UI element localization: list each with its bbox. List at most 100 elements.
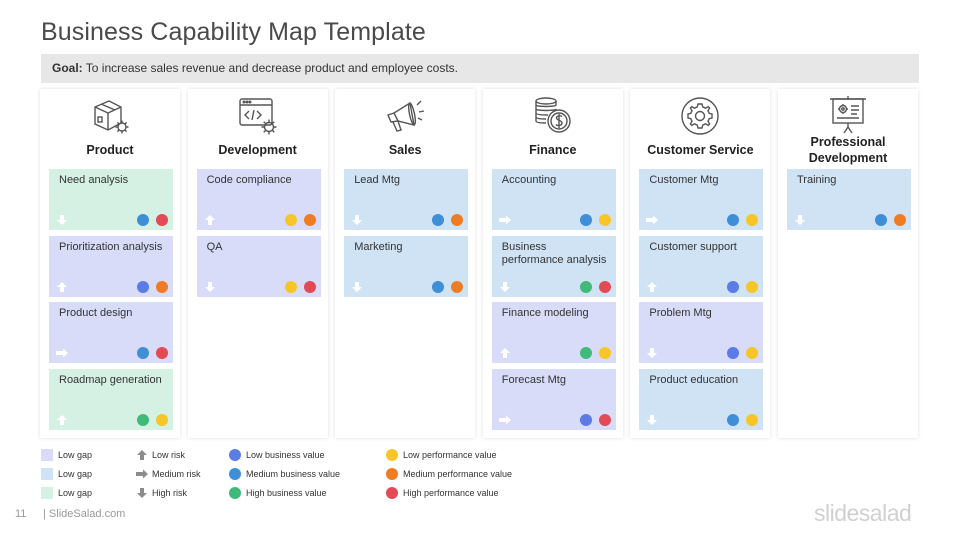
- high-performance-dot: [156, 347, 168, 359]
- column-title: Customer Service: [647, 143, 754, 157]
- capability-card[interactable]: QA: [196, 235, 321, 297]
- page-number: 11: [15, 508, 27, 520]
- risk-arrow-down-icon: [793, 213, 807, 225]
- legend-label: Low gap: [58, 450, 93, 460]
- high-performance-dot: [303, 280, 316, 293]
- capability-label: Finance modeling: [501, 307, 589, 319]
- megaphone-icon: [384, 95, 426, 137]
- legend-label: Low performance value: [403, 450, 497, 460]
- low-performance-dot: [156, 413, 168, 426]
- value-dot: [229, 487, 241, 499]
- legend-label: Low business value: [246, 450, 325, 460]
- risk-arrow-right-icon: [645, 213, 659, 225]
- capability-card[interactable]: Problem Mtg: [639, 302, 764, 363]
- capability-label: Roadmap generation: [59, 373, 162, 386]
- risk-arrow-down-icon: [498, 280, 512, 292]
- capability-card[interactable]: Need analysis: [49, 169, 173, 230]
- capability-label: Prioritization analysis: [59, 240, 163, 253]
- risk-arrow-up-icon: [55, 280, 69, 292]
- capability-label: Lead Mtg: [354, 174, 401, 186]
- risk-arrow-down-icon: [135, 487, 149, 499]
- medium-business-dot: [727, 413, 740, 426]
- high-business-dot: [579, 280, 592, 293]
- capability-card[interactable]: Product design: [49, 302, 173, 363]
- capability-card[interactable]: Customer Mtg: [639, 169, 764, 230]
- column-development: Development Code compliance QA: [187, 89, 328, 438]
- high-performance-dot: [156, 214, 168, 226]
- medium-business-dot: [875, 214, 887, 226]
- legend-label: High risk: [152, 488, 188, 498]
- capability-label: Customer Mtg: [649, 174, 719, 186]
- column-customer-service: Customer Service Customer Mtg Customer sup…: [630, 89, 771, 438]
- slidesalad-logo: slidesalad: [814, 500, 912, 526]
- risk-arrow-right-icon: [55, 346, 69, 358]
- capability-card[interactable]: Accounting: [491, 169, 616, 230]
- capability-label: QA: [206, 240, 223, 253]
- slide-title: Business Capability Map Template: [41, 18, 426, 46]
- low-performance-dot: [284, 280, 297, 293]
- column-finance: Finance Accounting Business performance an…: [482, 89, 623, 438]
- low-business-dot: [727, 347, 740, 359]
- column-product: Product Need analysis Prioritization analy…: [40, 89, 180, 438]
- capability-card[interactable]: Product education: [639, 368, 764, 430]
- legend-label: Low gap: [58, 488, 93, 498]
- medium-performance-dot: [451, 214, 464, 226]
- capability-card[interactable]: Training: [787, 169, 911, 230]
- low-performance-dot: [598, 347, 611, 359]
- column-title: Product: [86, 143, 134, 157]
- medium-business-dot: [432, 214, 445, 226]
- medium-business-dot: [579, 214, 592, 226]
- legend-label: Low risk: [152, 450, 186, 460]
- low-performance-dot: [746, 214, 759, 226]
- column-sales: Sales Lead Mtg Marketing: [335, 89, 476, 438]
- medium-business-dot: [137, 214, 149, 226]
- capability-label: Accounting: [501, 174, 557, 186]
- capability-card[interactable]: Forecast Mtg: [491, 368, 616, 430]
- capability-card[interactable]: Prioritization analysis: [49, 235, 173, 297]
- high-performance-dot: [598, 280, 611, 293]
- goal-label: Goal:: [52, 61, 83, 75]
- goal-text: To increase sales revenue and decrease p…: [85, 61, 459, 75]
- capability-label: Need analysis: [59, 174, 129, 186]
- column-title: Sales: [388, 143, 422, 157]
- capability-card[interactable]: Customer support: [639, 235, 764, 297]
- legend-label: High business value: [246, 488, 327, 498]
- medium-business-dot: [432, 280, 445, 293]
- low-business-dot: [727, 280, 740, 293]
- goal-bar: Goal: To increase sales revenue and decr…: [41, 54, 919, 83]
- capability-card[interactable]: Roadmap generation: [49, 368, 173, 430]
- risk-arrow-down-icon: [350, 280, 364, 292]
- value-dot: [386, 468, 398, 480]
- column-professional-development: Professional Development Training: [778, 89, 918, 438]
- medium-performance-dot: [303, 214, 316, 226]
- risk-arrow-right-icon: [498, 213, 512, 225]
- capability-card[interactable]: Business performance analysis: [491, 235, 616, 297]
- risk-arrow-down-icon: [55, 213, 69, 225]
- column-title: Professional Development: [808, 135, 888, 165]
- value-dot: [386, 487, 398, 499]
- risk-arrow-up-icon: [135, 449, 149, 461]
- legend-label: High performance value: [403, 488, 499, 498]
- column-title: Finance: [529, 143, 577, 157]
- risk-arrow-right-icon: [135, 468, 149, 480]
- risk-arrow-right-icon: [498, 413, 512, 425]
- capability-card[interactable]: Lead Mtg: [344, 169, 469, 230]
- low-performance-dot: [746, 413, 759, 426]
- capability-label: Customer support: [649, 240, 737, 253]
- presentation-board-icon: [827, 95, 869, 137]
- product-box-gear-icon: [89, 95, 131, 137]
- capability-card[interactable]: Code compliance: [196, 169, 321, 230]
- value-dot: [229, 449, 241, 461]
- capability-card[interactable]: Finance modeling: [491, 302, 616, 363]
- risk-arrow-down-icon: [645, 413, 659, 425]
- capability-card[interactable]: Marketing: [344, 235, 469, 297]
- risk-arrow-down-icon: [350, 213, 364, 225]
- capability-label: Training: [797, 174, 837, 186]
- low-performance-dot: [746, 280, 759, 293]
- low-performance-dot: [746, 347, 759, 359]
- capability-label: Forecast Mtg: [501, 373, 566, 386]
- coins-dollar-icon: [532, 95, 574, 137]
- low-business-dot: [137, 280, 149, 293]
- gap-swatch: [41, 468, 53, 480]
- legend-label: Medium risk: [152, 469, 201, 479]
